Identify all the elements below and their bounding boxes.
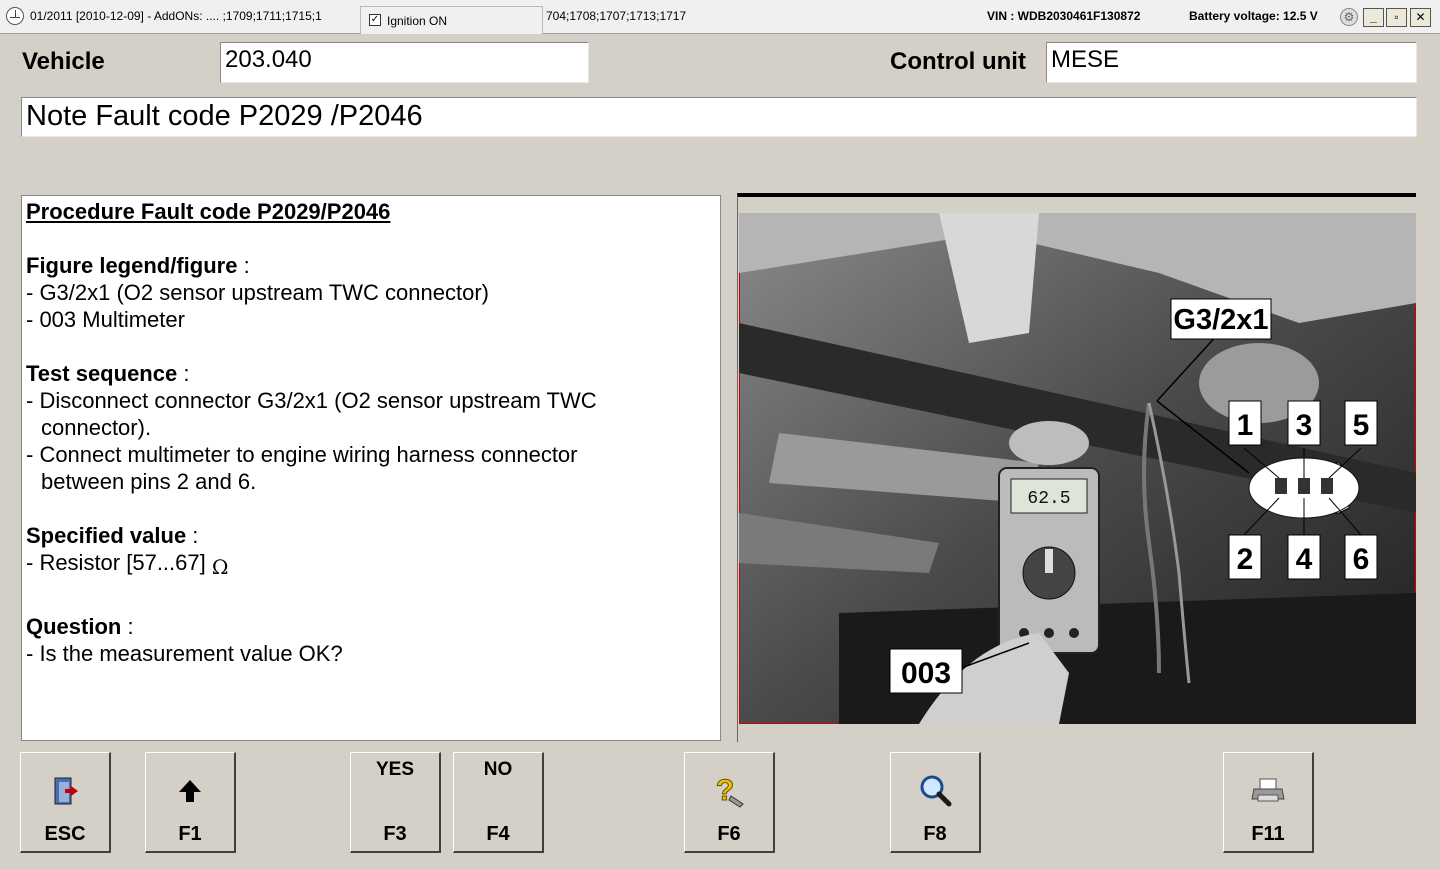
question-heading: Question (26, 614, 122, 639)
esc-button[interactable]: ESC (20, 752, 111, 853)
f11-key-label: F11 (1251, 823, 1285, 845)
legend-item: - 003 Multimeter (26, 307, 185, 332)
legend-heading: Figure legend/figure (26, 253, 238, 278)
test-item: - Disconnect connector G3/2x1 (O2 sensor… (26, 388, 597, 413)
exit-door-icon (21, 773, 109, 809)
app-logo-icon (6, 7, 24, 25)
battery-voltage-display: Battery voltage: 12.5 V (1189, 9, 1318, 23)
control-unit-field: MESE (1046, 42, 1417, 83)
pin-label-3: 3 (1296, 409, 1313, 442)
test-heading: Test sequence (26, 361, 178, 386)
procedure-text-panel[interactable]: Procedure Fault code P2029/P2046 Figure … (21, 195, 721, 741)
ignition-checkbox[interactable]: ✓ (369, 14, 381, 26)
title-bar: 01/2011 [2010-12-09] - AddONs: .... ;170… (0, 0, 1440, 34)
figure-panel: 62.5 G3/2x1 1 3 5 2 4 6 003 (737, 193, 1416, 742)
status-gear-icon[interactable]: ⚙ (1340, 8, 1358, 26)
pin-label-2: 2 (1237, 543, 1254, 576)
f8-key-label: F8 (923, 823, 947, 845)
f6-key-label: F6 (717, 823, 741, 845)
esc-key-label: ESC (44, 823, 86, 845)
yes-label: YES (375, 759, 415, 780)
help-question-icon: ? (685, 773, 773, 809)
ohm-symbol: Ω (211, 555, 229, 579)
test-item: between pins 2 and 6. (41, 469, 257, 494)
ignition-tab[interactable]: ✓ Ignition ON (360, 6, 543, 34)
vehicle-label: Vehicle (22, 48, 105, 75)
f1-key-label: F1 (178, 823, 202, 845)
pin-label-4: 4 (1296, 543, 1313, 576)
vin-display: VIN : WDB2030461F130872 (987, 9, 1141, 23)
arrow-up-icon (146, 773, 234, 809)
pin-label-1: 1 (1237, 409, 1254, 442)
test-item: connector). (41, 415, 152, 440)
f1-button[interactable]: F1 (145, 752, 236, 853)
spec-item: - Resistor [57...67] (26, 550, 206, 575)
colon: : (186, 523, 199, 548)
test-item: - Connect multimeter to engine wiring ha… (26, 442, 578, 467)
test-figure: 62.5 G3/2x1 1 3 5 2 4 6 003 (739, 213, 1416, 724)
f11-print-button[interactable]: F11 (1223, 752, 1314, 853)
pin-label-6: 6 (1353, 543, 1370, 576)
multimeter-label: 003 (901, 657, 951, 690)
close-button[interactable]: ✕ (1410, 8, 1431, 27)
f8-zoom-button[interactable]: F8 (890, 752, 981, 853)
colon: : (177, 361, 190, 386)
procedure-title: Procedure Fault code P2029/P2046 (26, 199, 391, 224)
meter-display: 62.5 (1027, 489, 1070, 509)
no-label: NO (483, 759, 513, 780)
vehicle-field: 203.040 (220, 42, 589, 83)
spec-heading: Specified value (26, 523, 187, 548)
control-unit-label: Control unit (890, 48, 1026, 75)
yes-f3-button[interactable]: YES F3 (350, 752, 441, 853)
colon: : (121, 614, 134, 639)
f4-key-label: F4 (486, 823, 510, 845)
colon: : (237, 253, 250, 278)
restore-button[interactable]: ▫ (1386, 8, 1407, 27)
no-f4-button[interactable]: NO F4 (453, 752, 544, 853)
question-item: - Is the measurement value OK? (26, 641, 343, 666)
f6-help-button[interactable]: ? F6 (684, 752, 775, 853)
minimize-button[interactable]: _ (1363, 8, 1384, 27)
note-banner: Note Fault code P2029 /P2046 (21, 97, 1417, 137)
connector-label: G3/2x1 (1173, 304, 1268, 336)
magnifier-icon (891, 773, 979, 809)
ignition-label: Ignition ON (387, 14, 448, 28)
f3-key-label: F3 (383, 823, 407, 845)
title-text-continued: 704;1708;1707;1713;1717 (546, 9, 687, 23)
title-text: 01/2011 [2010-12-09] - AddONs: .... ;170… (30, 9, 322, 23)
printer-icon (1224, 773, 1312, 809)
legend-item: - G3/2x1 (O2 sensor upstream TWC connect… (26, 280, 489, 305)
pin-label-5: 5 (1353, 409, 1370, 442)
